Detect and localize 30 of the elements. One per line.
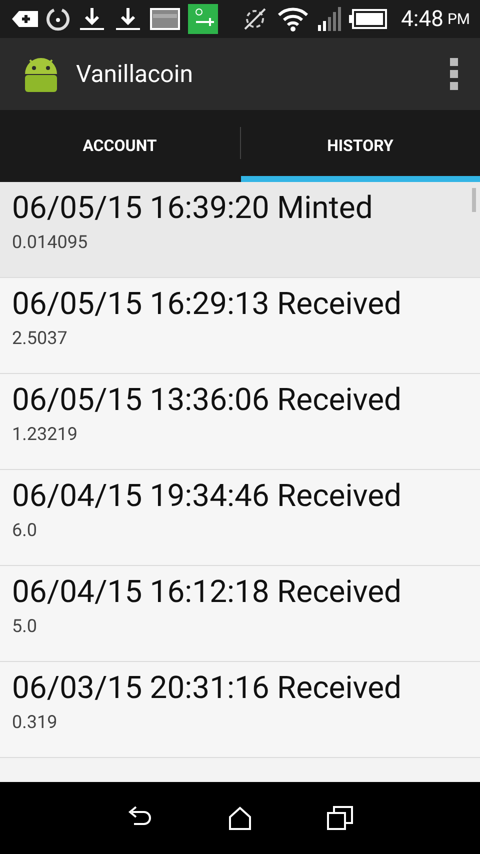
signal-icon (317, 7, 342, 31)
transaction-title: 06/03/15 20:31:16 Received (12, 668, 402, 708)
wifi-icon (277, 6, 310, 32)
notification-icon (12, 9, 38, 29)
message-app-icon (188, 4, 218, 34)
transaction-amount: 5.0 (12, 616, 37, 637)
status-time: 4:48 (401, 6, 444, 32)
transaction-amount: 2.5037 (12, 328, 68, 349)
home-icon[interactable] (228, 806, 252, 830)
download-icon (114, 6, 142, 32)
transaction-title: 06/05/15 16:29:13 Received (12, 284, 402, 324)
image-icon (150, 8, 180, 30)
transaction-amount: 6.0 (12, 520, 37, 541)
android-logo-icon (22, 56, 60, 92)
scrollbar (472, 188, 476, 212)
battery-icon (349, 9, 388, 29)
recent-apps-icon[interactable] (326, 806, 353, 830)
status-ampm: PM (447, 10, 470, 28)
app-title: Vanillacoin (76, 60, 194, 88)
transaction-row[interactable]: 06/05/15 16:39:20 Minted 0.014095 (0, 182, 480, 278)
transaction-title: 06/04/15 19:34:46 Received (12, 476, 402, 516)
transaction-title: 06/05/15 16:39:20 Minted (12, 188, 373, 228)
overflow-menu-icon[interactable] (450, 58, 458, 90)
download-icon (78, 6, 106, 32)
transaction-title: 06/05/15 13:36:06 Received (12, 380, 402, 420)
transaction-amount: 1.23219 (12, 424, 78, 445)
transaction-amount: 0.319 (12, 712, 58, 733)
transaction-amount: 0.014095 (12, 232, 88, 253)
transaction-title: 06/04/15 16:12:18 Received (12, 572, 402, 612)
sync-icon (46, 7, 70, 31)
